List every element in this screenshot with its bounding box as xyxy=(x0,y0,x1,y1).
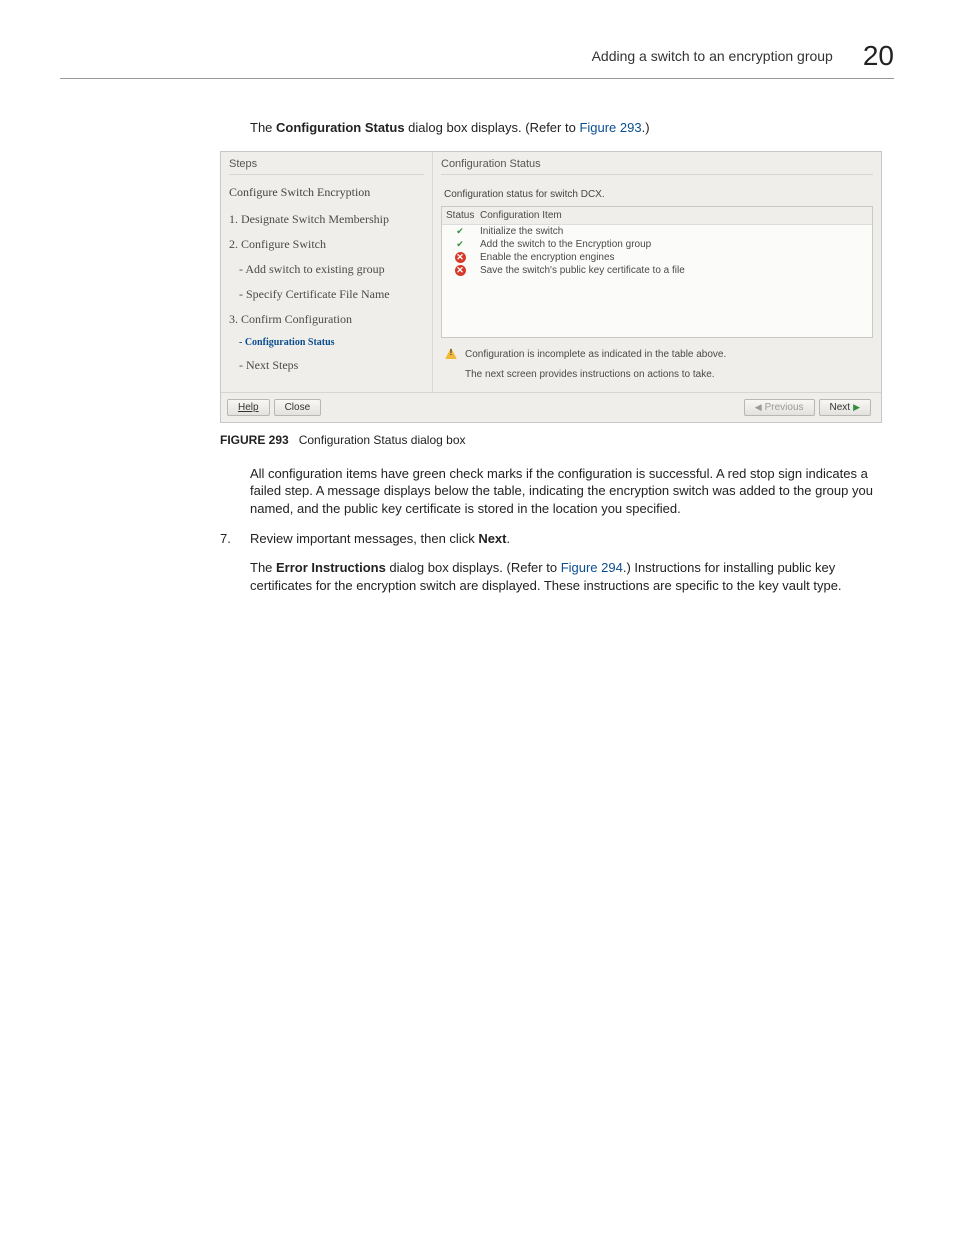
next-button[interactable]: Next▶ xyxy=(819,399,871,416)
step-current: - Configuration Status xyxy=(239,337,424,348)
table-row: ✔ Add the switch to the Encryption group xyxy=(442,238,872,251)
status-column-title: Configuration Status xyxy=(441,158,873,175)
help-button[interactable]: Help xyxy=(227,399,270,416)
intro-paragraph: The Configuration Status dialog box disp… xyxy=(250,119,894,137)
step-item: 2. Configure Switch xyxy=(229,237,424,252)
step-sub-item: - Specify Certificate File Name xyxy=(239,287,424,302)
figure-link-293[interactable]: Figure 293 xyxy=(579,120,641,135)
config-item: Enable the encryption engines xyxy=(480,252,868,263)
status-header-item: Configuration Item xyxy=(480,210,868,221)
warning-line2: The next screen provides instructions on… xyxy=(465,368,726,382)
warning-row: Configuration is incomplete as indicated… xyxy=(441,344,873,384)
step-item: 3. Confirm Configuration xyxy=(229,312,424,327)
step-item: 1. Designate Switch Membership xyxy=(229,212,424,227)
step-sub-item: - Next Steps xyxy=(239,358,424,373)
chevron-left-icon: ◀ xyxy=(755,402,762,413)
fail-icon: ✕ xyxy=(455,252,466,263)
table-row: ✔ Initialize the switch xyxy=(442,225,872,238)
warning-icon xyxy=(445,348,457,359)
page-header: Adding a switch to an encryption group 2… xyxy=(60,40,894,79)
config-item: Add the switch to the Encryption group xyxy=(480,239,868,250)
check-icon: ✔ xyxy=(455,239,466,250)
list-item: 7. Review important messages, then click… xyxy=(220,531,894,546)
config-item: Save the switch's public key certificate… xyxy=(480,265,868,276)
table-row: ✕ Enable the encryption engines xyxy=(442,251,872,264)
steps-column-title: Steps xyxy=(229,158,424,175)
table-row: ✕ Save the switch's public key certifica… xyxy=(442,264,872,277)
header-title: Adding a switch to an encryption group xyxy=(592,48,833,64)
paragraph: The Error Instructions dialog box displa… xyxy=(250,559,894,594)
config-status-dialog: Steps Configure Switch Encryption 1. Des… xyxy=(220,151,882,423)
status-subtitle: Configuration status for switch DCX. xyxy=(444,189,873,200)
close-button[interactable]: Close xyxy=(274,399,322,416)
paragraph: All configuration items have green check… xyxy=(250,465,894,518)
fail-icon: ✕ xyxy=(455,265,466,276)
config-item: Initialize the switch xyxy=(480,226,868,237)
status-table: Status Configuration Item ✔ Initialize t… xyxy=(441,206,873,338)
step-sub-item: - Add switch to existing group xyxy=(239,262,424,277)
step-number: 7. xyxy=(220,531,236,546)
status-header-status: Status xyxy=(446,210,474,221)
chevron-right-icon: ▶ xyxy=(853,402,860,413)
warning-line1: Configuration is incomplete as indicated… xyxy=(465,348,726,362)
chapter-number: 20 xyxy=(863,40,894,72)
figure-link-294[interactable]: Figure 294 xyxy=(561,560,623,575)
steps-heading: Configure Switch Encryption xyxy=(229,185,424,200)
figure-caption: FIGURE 293 Configuration Status dialog b… xyxy=(220,433,894,447)
check-icon: ✔ xyxy=(455,226,466,237)
previous-button: ◀Previous xyxy=(744,399,815,416)
